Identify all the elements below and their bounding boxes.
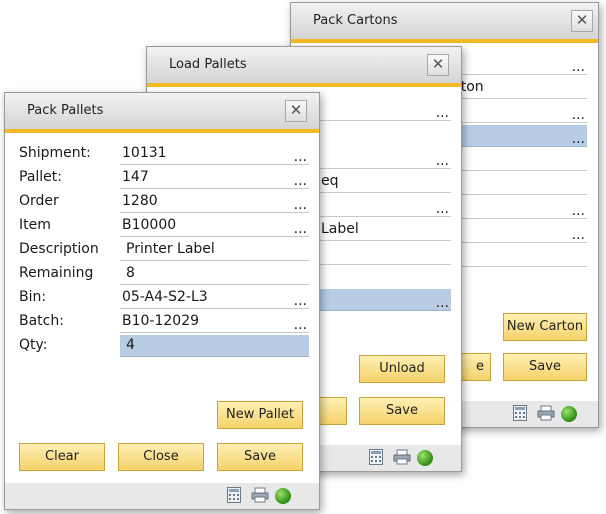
- remaining-label: Remaining: [19, 265, 94, 281]
- batch-label: Batch:: [19, 313, 64, 329]
- clear-button[interactable]: Clear: [19, 443, 105, 471]
- batch-lookup-button[interactable]: ...: [294, 315, 307, 335]
- field-value[interactable]: Label: [317, 219, 451, 241]
- order-value: 1280: [122, 193, 158, 209]
- calculator-icon[interactable]: [227, 487, 241, 507]
- shipment-label: Shipment:: [19, 145, 91, 161]
- description-label: Description: [19, 241, 99, 257]
- calculator-icon[interactable]: [369, 449, 383, 469]
- pack-cartons-titlebar[interactable]: Pack Cartons ✕: [291, 3, 598, 43]
- new-carton-button[interactable]: New Carton: [503, 313, 587, 341]
- field-value[interactable]: eq: [317, 171, 451, 193]
- close-icon[interactable]: ✕: [285, 100, 307, 122]
- field-line[interactable]: [451, 245, 587, 267]
- field-selected[interactable]: ...: [317, 289, 451, 311]
- green-status-icon: [275, 488, 291, 504]
- field-line[interactable]: ...: [451, 101, 587, 123]
- unload-button[interactable]: Unload: [359, 355, 445, 383]
- pack-pallets-window: Pack Pallets ✕ Shipment: 10131... Pallet…: [4, 92, 320, 510]
- item-value: B10000: [122, 217, 177, 233]
- qty-label: Qty:: [19, 337, 48, 353]
- field-line[interactable]: ...: [451, 53, 587, 75]
- pack-pallets-titlebar[interactable]: Pack Pallets ✕: [5, 93, 319, 133]
- pallet-value: 147: [122, 169, 149, 185]
- bin-lookup-button[interactable]: ...: [294, 291, 307, 311]
- pallet-lookup-button[interactable]: ...: [294, 171, 307, 191]
- lookup-button[interactable]: ...: [436, 199, 449, 219]
- printer-icon[interactable]: [537, 405, 555, 425]
- lookup-button[interactable]: ...: [436, 103, 449, 123]
- save-button[interactable]: Save: [503, 353, 587, 381]
- field-text: Label: [321, 221, 359, 237]
- calculator-icon[interactable]: [513, 405, 527, 425]
- window-title: Pack Pallets: [27, 103, 104, 118]
- order-lookup-button[interactable]: ...: [294, 195, 307, 215]
- order-label: Order: [19, 193, 59, 209]
- save-button[interactable]: Save: [359, 397, 445, 425]
- window-title: Pack Cartons: [313, 13, 398, 28]
- field-line[interactable]: ...: [317, 147, 451, 169]
- qty-input[interactable]: 4: [120, 335, 309, 357]
- printer-icon[interactable]: [251, 487, 269, 507]
- field-line[interactable]: ...: [317, 99, 451, 121]
- description-value: Printer Label: [126, 241, 215, 257]
- remaining-field[interactable]: 8: [120, 263, 309, 285]
- qty-value: 4: [126, 337, 135, 353]
- green-status-icon: [561, 406, 577, 422]
- batch-field[interactable]: B10-12029...: [120, 311, 309, 333]
- shipment-field[interactable]: 10131...: [120, 143, 309, 165]
- field-selected[interactable]: ...: [451, 125, 587, 147]
- shipment-value: 10131: [122, 145, 167, 161]
- field-line[interactable]: [451, 149, 587, 171]
- lookup-button[interactable]: ...: [572, 201, 585, 221]
- pallet-field[interactable]: 147...: [120, 167, 309, 189]
- window-title: Load Pallets: [169, 57, 247, 72]
- item-field[interactable]: B10000...: [120, 215, 309, 237]
- lookup-button[interactable]: ...: [572, 57, 585, 77]
- lookup-button[interactable]: ...: [572, 129, 585, 149]
- green-status-icon: [417, 450, 433, 466]
- load-pallets-titlebar[interactable]: Load Pallets ✕: [147, 47, 461, 87]
- bin-field[interactable]: 05-A4-S2-L3...: [120, 287, 309, 309]
- item-lookup-button[interactable]: ...: [294, 219, 307, 239]
- lookup-button[interactable]: ...: [572, 225, 585, 245]
- save-button[interactable]: Save: [217, 443, 303, 471]
- item-label: Item: [19, 217, 51, 233]
- description-field[interactable]: Printer Label: [120, 239, 309, 261]
- pallet-label: Pallet:: [19, 169, 62, 185]
- field-value[interactable]: rton: [451, 77, 587, 99]
- batch-value: B10-12029: [122, 313, 200, 329]
- field-line[interactable]: ...: [317, 195, 451, 217]
- new-pallet-button[interactable]: New Pallet: [217, 401, 303, 429]
- close-button[interactable]: Close: [118, 443, 204, 471]
- close-icon[interactable]: ✕: [571, 10, 593, 32]
- field-text: eq: [321, 173, 339, 189]
- lookup-button[interactable]: ...: [436, 293, 449, 313]
- field-line[interactable]: [451, 173, 587, 195]
- field-line[interactable]: ...: [451, 221, 587, 243]
- lookup-button[interactable]: ...: [572, 105, 585, 125]
- field-line[interactable]: [317, 243, 451, 265]
- status-bar: [5, 483, 319, 509]
- shipment-lookup-button[interactable]: ...: [294, 147, 307, 167]
- field-line[interactable]: ...: [451, 197, 587, 219]
- printer-icon[interactable]: [393, 449, 411, 469]
- close-icon[interactable]: ✕: [427, 54, 449, 76]
- lookup-button[interactable]: ...: [436, 151, 449, 171]
- partial-button-label: e: [476, 359, 484, 374]
- order-field[interactable]: 1280...: [120, 191, 309, 213]
- remaining-value: 8: [126, 265, 135, 281]
- bin-label: Bin:: [19, 289, 47, 305]
- bin-value: 05-A4-S2-L3: [122, 289, 208, 305]
